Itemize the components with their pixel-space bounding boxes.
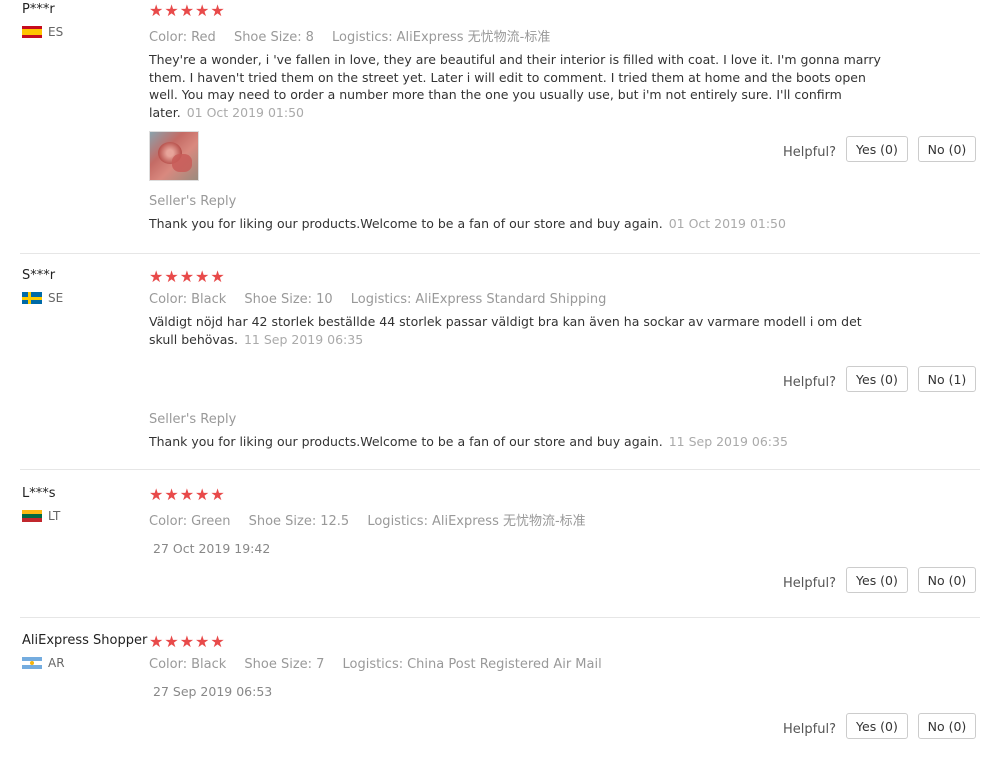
helpful-label: Helpful? xyxy=(783,374,836,390)
review-date: 01 Oct 2019 01:50 xyxy=(186,104,304,120)
helpful-label: Helpful? xyxy=(783,575,836,591)
helpful-no-button[interactable]: No (0) xyxy=(917,567,976,593)
spain-flag-icon xyxy=(22,26,42,38)
shoe-size-label: Shoe Size: xyxy=(248,514,317,529)
logistics-label: Logistics: xyxy=(350,292,412,307)
review-content: ★★★★★ Color: Black Shoe Size: 10 Logistics… xyxy=(149,268,889,348)
helpful-vote: Helpful? Yes (0) No (1) xyxy=(783,366,986,392)
review-attributes: Color: Green Shoe Size: 12.5 Logistics: Ali… xyxy=(149,510,889,529)
shoe-size-value: 8 xyxy=(305,30,314,45)
star-rating: ★★★★★ xyxy=(149,485,226,504)
reviewer-info: P***r ES xyxy=(22,2,63,39)
reply-body: Thank you for liking our products.Welcom… xyxy=(149,216,663,231)
seller-reply-title: Seller's Reply xyxy=(149,194,237,209)
country-code: AR xyxy=(48,656,65,670)
reviewer-name: S***r xyxy=(22,268,56,283)
helpful-yes-button[interactable]: Yes (0) xyxy=(845,136,908,162)
helpful-vote: Helpful? Yes (0) No (0) xyxy=(783,713,986,739)
color-value: Green xyxy=(191,514,231,529)
logistics-label: Logistics: xyxy=(367,514,428,529)
color-label: Color: xyxy=(149,292,188,307)
reviews-list: P***r ES ★★★★★ Color: Red Shoe Size: 8 Log… xyxy=(0,0,1000,761)
helpful-vote: Helpful? Yes (0) No (0) xyxy=(783,567,986,593)
reply-date: 11 Sep 2019 06:35 xyxy=(668,434,788,449)
color-value: Red xyxy=(191,30,216,45)
logistics-label: Logistics: xyxy=(332,30,393,45)
logistics-value: AliExpress Standard Shipping xyxy=(415,292,607,307)
helpful-vote: Helpful? Yes (0) No (0) xyxy=(783,136,986,162)
reply-date: 01 Oct 2019 01:50 xyxy=(668,216,786,231)
country-code: SE xyxy=(48,291,64,305)
logistics-value: AliExpress 无忧物流-标准 xyxy=(431,514,586,529)
review-attributes: Color: Black Shoe Size: 10 Logistics: AliEx… xyxy=(149,292,889,307)
review-date: 27 Oct 2019 19:42 xyxy=(153,541,271,556)
country-code: ES xyxy=(48,25,64,39)
reviewer-name: L***s xyxy=(22,486,56,501)
review-content: ★★★★★ Color: Black Shoe Size: 7 Logistics:… xyxy=(149,632,889,700)
reviewer-info: AliExpress Shopper AR xyxy=(22,633,147,670)
photo-shape xyxy=(172,154,192,172)
reviewer-name: P***r xyxy=(22,2,55,17)
color-value: Black xyxy=(191,292,227,307)
reviewer-country: SE xyxy=(22,291,63,305)
reviewer-country: LT xyxy=(22,509,60,523)
shoe-size-value: 10 xyxy=(316,292,333,307)
review-text: Väldigt nöjd har 42 storlek beställde 44… xyxy=(149,313,889,348)
reviewer-info: L***s LT xyxy=(22,486,60,523)
seller-reply-text: Thank you for liking our products.Welcom… xyxy=(149,216,889,231)
shoe-size-value: 7 xyxy=(316,657,325,672)
helpful-yes-button[interactable]: Yes (0) xyxy=(845,713,908,739)
review-date: 11 Sep 2019 06:35 xyxy=(243,331,364,347)
logistics-label: Logistics: xyxy=(342,657,404,672)
reply-body: Thank you for liking our products.Welcom… xyxy=(149,434,663,449)
shoe-size-label: Shoe Size: xyxy=(233,30,302,45)
star-rating: ★★★★★ xyxy=(149,267,226,286)
seller-reply: Seller's Reply Thank you for liking our … xyxy=(149,194,889,231)
logistics-value: China Post Registered Air Mail xyxy=(407,657,602,672)
shoe-size-value: 12.5 xyxy=(320,514,350,529)
color-value: Black xyxy=(191,657,227,672)
color-label: Color: xyxy=(149,657,188,672)
seller-reply-text: Thank you for liking our products.Welcom… xyxy=(149,434,889,449)
review-date: 27 Sep 2019 06:53 xyxy=(153,684,273,699)
helpful-yes-button[interactable]: Yes (0) xyxy=(845,366,908,392)
helpful-no-button[interactable]: No (1) xyxy=(917,366,976,392)
lithuania-flag-icon xyxy=(22,510,42,522)
helpful-label: Helpful? xyxy=(783,721,836,737)
helpful-no-button[interactable]: No (0) xyxy=(917,713,976,739)
seller-reply: Seller's Reply Thank you for liking our … xyxy=(149,412,889,449)
color-label: Color: xyxy=(149,30,188,45)
seller-reply-title: Seller's Reply xyxy=(149,412,237,427)
helpful-label: Helpful? xyxy=(783,144,836,160)
reviewer-name: AliExpress Shopper xyxy=(22,633,148,648)
review-attributes: Color: Black Shoe Size: 7 Logistics: China … xyxy=(149,657,889,672)
star-rating: ★★★★★ xyxy=(149,1,226,20)
helpful-yes-button[interactable]: Yes (0) xyxy=(845,567,908,593)
review-divider xyxy=(20,253,980,254)
star-rating: ★★★★★ xyxy=(149,632,226,651)
color-label: Color: xyxy=(149,514,188,529)
review-content: ★★★★★ Color: Green Shoe Size: 12.5 Logisti… xyxy=(149,485,889,557)
review-divider xyxy=(20,469,980,470)
reviewer-country: ES xyxy=(22,25,63,39)
review-divider xyxy=(20,617,980,618)
review-attributes: Color: Red Shoe Size: 8 Logistics: AliExpre… xyxy=(149,26,889,45)
shoe-size-label: Shoe Size: xyxy=(244,292,313,307)
country-code: LT xyxy=(48,509,61,523)
reviewer-info: S***r SE xyxy=(22,268,63,305)
review-content: ★★★★★ Color: Red Shoe Size: 8 Logistics: Al… xyxy=(149,2,889,181)
shoe-size-label: Shoe Size: xyxy=(244,657,313,672)
helpful-no-button[interactable]: No (0) xyxy=(917,136,976,162)
reviewer-country: AR xyxy=(22,656,147,670)
review-photo-thumbnail[interactable] xyxy=(149,131,199,181)
logistics-value: AliExpress 无忧物流-标准 xyxy=(396,30,551,45)
argentina-flag-icon xyxy=(22,657,42,669)
review-text: They're a wonder, i 've fallen in love, … xyxy=(149,51,889,121)
sweden-flag-icon xyxy=(22,292,42,304)
